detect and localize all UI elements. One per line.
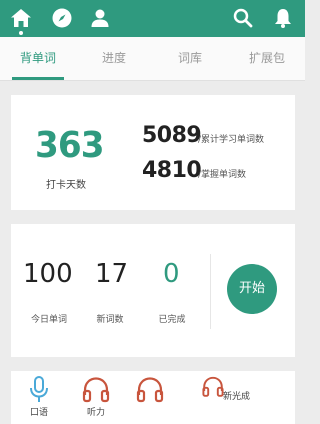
home-icon[interactable] <box>9 6 33 30</box>
tab-extensions[interactable]: 扩展包 <box>229 37 305 80</box>
completed-label: 已完成 <box>158 315 186 325</box>
divider <box>210 254 211 329</box>
tab-bar: 背单词 进度 词库 扩展包 <box>0 37 305 81</box>
tool-speaking-label: 口语 <box>29 408 48 418</box>
new-words-value: 17 <box>95 259 129 289</box>
today-words-label: 今日单词 <box>30 315 67 325</box>
start-button[interactable]: 开始 <box>227 264 277 314</box>
search-icon[interactable] <box>231 6 255 30</box>
profile-icon[interactable] <box>88 6 112 30</box>
new-words-label: 新词数 <box>96 315 124 325</box>
today-words-value: 100 <box>23 259 73 289</box>
bell-icon[interactable] <box>271 6 295 30</box>
tool-listening-label: 听力 <box>86 408 105 418</box>
headphones-icon <box>202 376 224 397</box>
headphones-icon <box>136 377 164 403</box>
top-app-bar <box>0 0 305 37</box>
microphone-icon <box>30 376 48 402</box>
mastered-words-value: 4810 <box>142 158 202 183</box>
tool-listening[interactable]: 听力 <box>71 371 121 424</box>
tab-progress[interactable]: 进度 <box>76 37 152 80</box>
tool-audio[interactable] <box>125 371 175 424</box>
tools-card: 口语 听力 新光成 <box>11 371 295 424</box>
cumulative-words-value: 5089 <box>142 123 202 148</box>
streak-days-label: 打卡天数 <box>46 180 86 191</box>
streak-days-value: 363 <box>35 125 105 166</box>
completed-value: 0 <box>163 259 180 289</box>
tool-new-label: 新光成 <box>223 392 251 402</box>
tool-speaking[interactable]: 口语 <box>14 371 64 424</box>
today-card: 100 今日单词 17 新词数 0 已完成 开始 <box>11 224 295 357</box>
active-tab-underline <box>12 77 64 80</box>
cumulative-words-label: /累计学习单词数 <box>198 135 265 145</box>
active-indicator-dot <box>19 31 23 35</box>
headphones-icon <box>82 377 110 403</box>
tool-new[interactable]: 新光成 <box>201 371 251 424</box>
mastered-words-label: /掌握单词数 <box>198 170 247 180</box>
summary-card: 363 打卡天数 5089 /累计学习单词数 4810 /掌握单词数 <box>11 95 295 210</box>
compass-icon[interactable] <box>50 6 74 30</box>
tab-wordbank[interactable]: 词库 <box>152 37 228 80</box>
tab-memorize[interactable]: 背单词 <box>0 37 76 80</box>
